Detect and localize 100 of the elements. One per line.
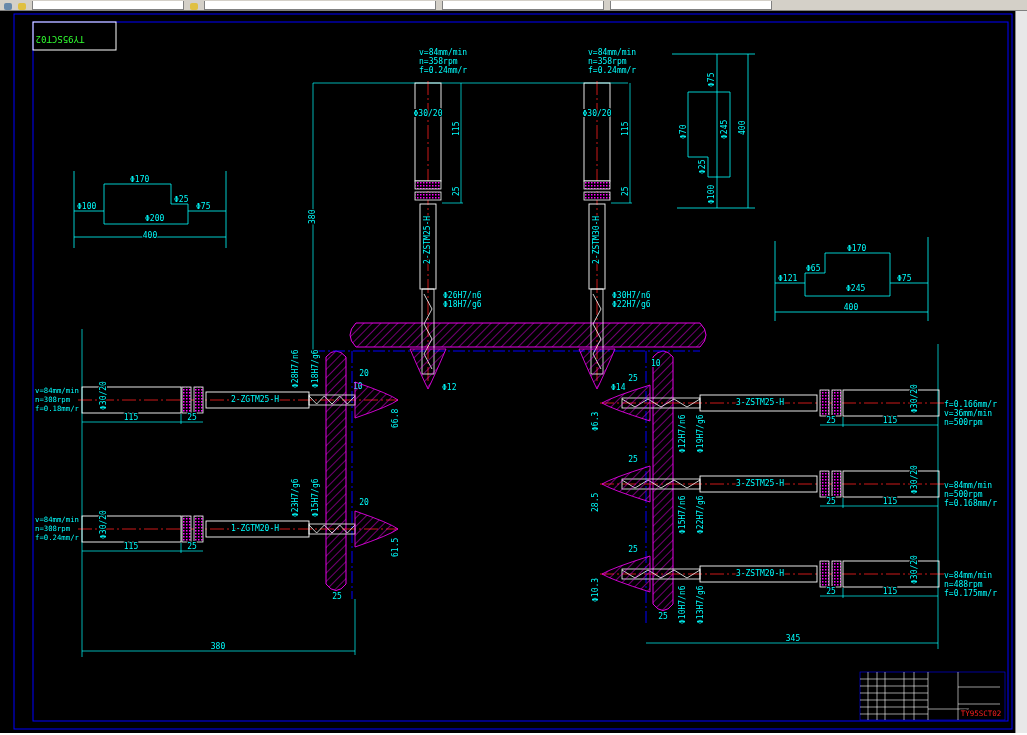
dimension-label: 25 xyxy=(826,587,836,596)
dimension-label: 3-ZSTM25-H xyxy=(735,398,785,407)
cutting-parameter: f=0.175mm/r xyxy=(944,589,997,598)
dimension-label: Φ25 xyxy=(174,195,189,204)
dimension-label: 25 xyxy=(187,413,197,422)
dimension-label: 61.5 xyxy=(391,537,400,557)
dimension-label: 115 xyxy=(123,413,139,422)
dimension-label: 400 xyxy=(142,231,158,240)
cutting-parameter: v=84mm/min xyxy=(588,48,637,57)
dimension-label: Φ75 xyxy=(707,72,716,87)
scroll-bar[interactable] xyxy=(1015,11,1027,733)
property-dropdown[interactable] xyxy=(32,1,184,10)
dimension-label: 2-ZSTM25-H xyxy=(423,215,432,264)
dimension-label: 20 xyxy=(359,369,369,378)
drawing-number: TY95SCT02 xyxy=(35,34,85,44)
dimension-label: 25 xyxy=(621,186,630,196)
dimension-label: Φ100 xyxy=(707,184,716,204)
cone-section xyxy=(601,465,651,503)
dimension-label: 25 xyxy=(332,592,342,601)
dimension-label: 10 xyxy=(353,382,363,391)
dimension-label: Φ10H7/n6 xyxy=(678,585,687,624)
dimension-label: Φ10.3 xyxy=(591,577,600,602)
dimension-label: Φ245 xyxy=(720,119,729,139)
dimension-label: 400 xyxy=(738,120,747,135)
property-dropdown[interactable] xyxy=(610,1,772,10)
dimension-label: 25 xyxy=(826,416,836,425)
dimension-label: 25 xyxy=(187,542,197,551)
dimension-label: Φ22H7/g6 xyxy=(612,300,651,309)
dimension-label: Φ30/20 xyxy=(99,510,108,539)
cutting-parameter: v=36mm/min xyxy=(944,409,993,418)
dimension-label: 25 xyxy=(658,612,668,621)
dimension-label: 115 xyxy=(882,416,898,425)
cutting-parameter: v=84mm/min xyxy=(944,571,993,580)
cutting-parameter: n=500rpm xyxy=(944,418,983,427)
dimension-label: Φ22H7/g6 xyxy=(696,495,705,534)
dimension-label: 25 xyxy=(628,545,638,554)
dimension-label: 1-ZGTM20-H xyxy=(230,524,280,533)
dimension-label: Φ6.3 xyxy=(591,411,600,431)
dimension-label: 115 xyxy=(621,121,630,136)
dimension-label: Φ30/20 xyxy=(413,109,443,118)
cutting-parameter: n=358rpm xyxy=(588,57,627,66)
cutting-parameter: v=84mm/min xyxy=(944,481,993,490)
dimension-label: Φ18H7/g6 xyxy=(311,349,320,388)
dimension-label: Φ200 xyxy=(145,214,165,223)
dimension-label: Φ121 xyxy=(778,274,798,283)
dimension-label: Φ170 xyxy=(130,175,150,184)
dimension-label: Φ170 xyxy=(847,244,867,253)
dimension-label: 345 xyxy=(785,634,801,643)
dimension-label: 3-ZSTM25-H xyxy=(735,479,785,488)
dimension-label: Φ23H7/g6 xyxy=(291,478,300,517)
dimension-label: Φ30/20 xyxy=(910,465,919,494)
dimension-label: Φ28H7/n6 xyxy=(291,349,300,388)
dimension-label: 3-ZSTM20-H xyxy=(735,569,785,578)
dimension-label: 380 xyxy=(210,642,226,651)
dimension-label: Φ13H7/g6 xyxy=(696,585,705,624)
dimension-label: 25 xyxy=(628,455,638,464)
cutting-parameter: f=0.168mm/r xyxy=(944,499,997,508)
cutting-parameter: n=488rpm xyxy=(944,580,983,589)
dimension-label: Φ18H7/g6 xyxy=(443,300,482,309)
dimension-label: 380 xyxy=(308,209,317,224)
dimension-label: Φ75 xyxy=(196,202,211,211)
cone-section xyxy=(601,384,651,422)
dimension-label: Φ15H7/n6 xyxy=(678,495,687,534)
dimension-label: 28.5 xyxy=(591,492,600,512)
dimension-label: Φ30/20 xyxy=(99,381,108,410)
dimension-label: Φ245 xyxy=(846,284,866,293)
dimension-label: 115 xyxy=(452,121,461,136)
dimension-label: Φ15H7/g6 xyxy=(311,478,320,517)
dimension-label: Φ14 xyxy=(611,383,626,392)
cone-section xyxy=(601,555,651,593)
dimension-label: Φ75 xyxy=(897,274,912,283)
dimension-label: 10 xyxy=(651,359,661,368)
dimension-label: 25 xyxy=(628,374,638,383)
dimension-label: 115 xyxy=(882,497,898,506)
dimension-label: Φ30/20 xyxy=(910,384,919,413)
dimension-label: 2-ZGTM25-H xyxy=(230,395,280,404)
dimension-label: 400 xyxy=(843,303,859,312)
dimension-label: Φ25 xyxy=(698,159,707,174)
dimension-label: Φ100 xyxy=(77,202,97,211)
dimension-label: Φ30/20 xyxy=(582,109,612,118)
cutting-parameter: n=500rpm xyxy=(944,490,983,499)
cutting-parameter: f=0.24mm/r xyxy=(588,66,637,75)
dimension-label: Φ12H7/n6 xyxy=(678,414,687,453)
dimension-label: 25 xyxy=(826,497,836,506)
dimension-label: Φ30/20 xyxy=(910,555,919,584)
dimension-label: Φ26H7/n6 xyxy=(443,291,482,300)
dimension-label: 115 xyxy=(882,587,898,596)
dimension-label: 20 xyxy=(359,498,369,507)
dimension-label: Φ19H7/g6 xyxy=(696,414,705,453)
dimension-label: Φ12 xyxy=(442,383,457,392)
cutting-parameter: n=358rpm xyxy=(419,57,458,66)
property-dropdown[interactable] xyxy=(204,1,436,10)
cutting-parameter: v=84mm/min xyxy=(419,48,468,57)
property-dropdown[interactable] xyxy=(442,1,604,10)
dimension-label: 115 xyxy=(123,542,139,551)
dimension-label: Φ30H7/n6 xyxy=(612,291,651,300)
dimension-label: Φ65 xyxy=(806,264,821,273)
cutting-parameter: f=0.166mm/r xyxy=(944,400,997,409)
dimension-label: 66.8 xyxy=(391,408,400,428)
dimension-label: 25 xyxy=(452,186,461,196)
